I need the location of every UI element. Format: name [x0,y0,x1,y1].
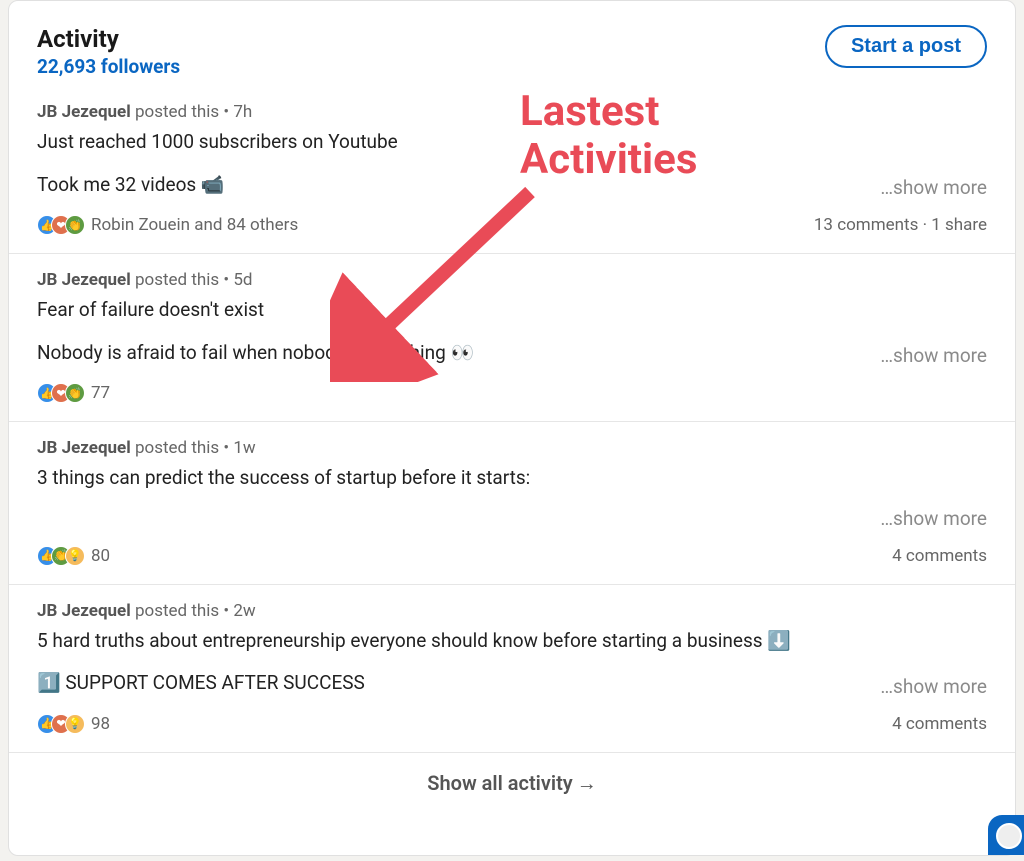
post-line1: Fear of failure doesn't exist [37,298,264,321]
reaction-icons: 👍 ❤ 👏 [37,215,85,235]
post-line1: 5 hard truths about entrepreneurship eve… [37,629,791,652]
activity-title: Activity [37,25,180,53]
post-stats[interactable]: 4 comments [892,546,987,566]
post-author[interactable]: JB Jezequel [37,102,131,122]
post-body: 3 things can predict the success of star… [37,464,987,493]
reaction-icons: 👍 ❤ 💡 [37,714,85,734]
post-author[interactable]: JB Jezequel [37,601,131,621]
post-stats[interactable]: 4 comments [892,714,987,734]
post-engagement: 👍 ❤ 💡 98 4 comments [37,714,987,734]
show-more-link[interactable]: …show more [868,176,987,199]
post-body: Just reached 1000 subscribers on Youtube [37,128,987,157]
post-author[interactable]: JB Jezequel [37,438,131,458]
followers-count[interactable]: 22,693 followers [37,55,180,78]
post-item[interactable]: JB Jezequel posted this • 5d Fear of fai… [9,254,1015,422]
post-engagement: 👍 ❤ 👏 77 [37,383,987,403]
reactions-text[interactable]: 77 [91,383,110,403]
post-line1: Just reached 1000 subscribers on Youtube [37,130,398,153]
post-meta: JB Jezequel posted this • 5d [37,270,987,290]
post-line1: 3 things can predict the success of star… [37,466,530,489]
post-body: 5 hard truths about entrepreneurship eve… [37,627,987,656]
start-post-button[interactable]: Start a post [825,25,987,68]
post-reactions[interactable]: 👍 ❤ 💡 98 [37,714,110,734]
reaction-icons: 👍 👏 💡 [37,546,85,566]
reactions-text[interactable]: 98 [91,714,110,734]
post-item[interactable]: JB Jezequel posted this • 1w 3 things ca… [9,422,1015,585]
post-body-row: …show more [37,507,987,530]
insightful-icon: 💡 [65,714,85,734]
show-more-link[interactable]: …show more [868,675,987,698]
celebrate-icon: 👏 [65,215,85,235]
celebrate-icon: 👏 [65,383,85,403]
post-body: Fear of failure doesn't exist [37,296,987,325]
post-engagement: 👍 👏 💡 80 4 comments [37,546,987,566]
show-more-link[interactable]: …show more [868,344,987,367]
post-line2: 1️⃣ SUPPORT COMES AFTER SUCCESS [37,669,365,698]
show-more-link[interactable]: …show more [868,507,987,530]
messaging-bubble[interactable] [988,815,1024,855]
reactions-text[interactable]: 80 [91,546,110,566]
title-block: Activity 22,693 followers [37,25,180,78]
post-body-row: Nobody is afraid to fail when nobody is … [37,339,987,368]
post-meta-text: posted this • 7h [131,102,253,122]
post-engagement: 👍 ❤ 👏 Robin Zouein and 84 others 13 comm… [37,215,987,235]
post-meta-text: posted this • 1w [131,438,256,458]
post-body-row: 1️⃣ SUPPORT COMES AFTER SUCCESS …show mo… [37,669,987,698]
show-all-activity-link[interactable]: Show all activity→ [9,753,1015,814]
post-reactions[interactable]: 👍 👏 💡 80 [37,546,110,566]
avatar [996,823,1022,849]
post-reactions[interactable]: 👍 ❤ 👏 Robin Zouein and 84 others [37,215,298,235]
activity-header: Activity 22,693 followers Start a post [9,25,1015,86]
post-body-row: Took me 32 videos 📹 …show more [37,171,987,200]
post-meta: JB Jezequel posted this • 7h [37,102,987,122]
activity-card: Activity 22,693 followers Start a post J… [8,0,1016,856]
post-author[interactable]: JB Jezequel [37,270,131,290]
reaction-icons: 👍 ❤ 👏 [37,383,85,403]
show-all-label: Show all activity [427,771,572,795]
arrow-right-icon: → [577,771,597,795]
reactions-text[interactable]: Robin Zouein and 84 others [91,215,298,235]
post-line2: Nobody is afraid to fail when nobody is … [37,339,474,368]
post-stats[interactable]: 13 comments · 1 share [814,215,987,235]
post-meta: JB Jezequel posted this • 2w [37,601,987,621]
insightful-icon: 💡 [65,546,85,566]
post-reactions[interactable]: 👍 ❤ 👏 77 [37,383,110,403]
post-meta-text: posted this • 5d [131,270,253,290]
post-meta: JB Jezequel posted this • 1w [37,438,987,458]
post-item[interactable]: JB Jezequel posted this • 2w 5 hard trut… [9,585,1015,753]
post-meta-text: posted this • 2w [131,601,256,621]
post-item[interactable]: JB Jezequel posted this • 7h Just reache… [9,86,1015,254]
post-line2: Took me 32 videos 📹 [37,171,225,200]
